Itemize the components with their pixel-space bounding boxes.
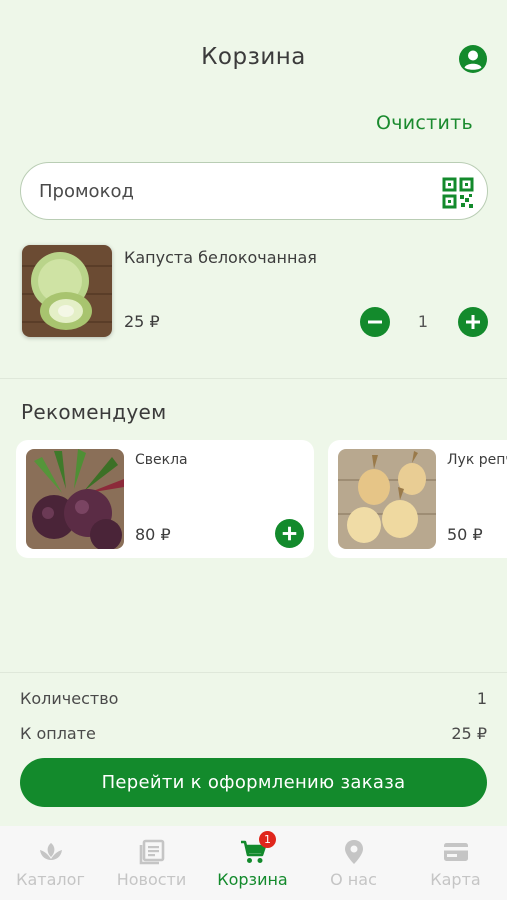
recommendations-title: Рекомендуем xyxy=(21,400,167,424)
card-icon xyxy=(443,843,468,861)
summary-quantity-value: 1 xyxy=(476,689,487,708)
news-icon xyxy=(139,839,164,865)
plus-icon xyxy=(282,526,297,541)
header: Корзина xyxy=(0,0,507,110)
cabbage-image xyxy=(22,245,112,337)
cart-item-name: Капуста белокочанная xyxy=(124,248,317,267)
divider xyxy=(0,378,507,379)
promo-field xyxy=(20,162,488,220)
tab-catalog[interactable]: Каталог xyxy=(0,826,101,900)
map-pin-icon xyxy=(344,840,363,864)
increase-quantity-button[interactable] xyxy=(458,307,488,337)
bottom-tab-bar: Каталог Новости 1 Корзина О нас Карта xyxy=(0,826,507,900)
tab-about[interactable]: О нас xyxy=(303,826,404,900)
recommendation-name: Лук репчатый xyxy=(447,452,507,468)
summary-total-label: К оплате xyxy=(20,724,96,743)
tab-label: Карта xyxy=(430,870,481,889)
tab-label: О нас xyxy=(330,870,377,889)
summary-quantity-label: Количество xyxy=(20,689,119,708)
summary-total-value: 25 ₽ xyxy=(451,724,487,743)
summary-quantity-row: Количество 1 xyxy=(20,689,487,708)
recommendation-card[interactable]: Лук репчатый 50 ₽ xyxy=(328,440,507,558)
profile-icon[interactable] xyxy=(458,44,488,74)
decrease-quantity-button[interactable] xyxy=(360,307,390,337)
divider xyxy=(0,672,507,673)
promo-input[interactable] xyxy=(39,163,439,219)
qr-scan-icon[interactable] xyxy=(441,176,475,210)
onion-image xyxy=(338,449,436,549)
tab-label: Каталог xyxy=(16,870,85,889)
cart-badge: 1 xyxy=(259,831,276,848)
clear-cart-button[interactable]: Очистить xyxy=(376,112,473,134)
beet-image xyxy=(26,449,124,549)
minus-icon xyxy=(368,320,382,324)
plus-icon xyxy=(466,315,480,329)
tab-news[interactable]: Новости xyxy=(101,826,202,900)
quantity-value: 1 xyxy=(417,312,429,331)
cart-item: Капуста белокочанная 25 ₽ 1 xyxy=(0,245,507,345)
tab-card[interactable]: Карта xyxy=(404,826,507,900)
recommendation-price: 80 ₽ xyxy=(135,525,171,544)
summary-total-row: К оплате 25 ₽ xyxy=(20,724,487,743)
checkout-button[interactable]: Перейти к оформлению заказа xyxy=(20,758,487,807)
recommendation-name: Свекла xyxy=(135,452,188,468)
add-to-cart-button[interactable] xyxy=(275,519,304,548)
recommendation-card[interactable]: Свекла 80 ₽ xyxy=(16,440,314,558)
tab-label: Корзина xyxy=(217,870,288,889)
page-title: Корзина xyxy=(201,44,306,70)
cart-item-price: 25 ₽ xyxy=(124,312,160,331)
recommendation-price: 50 ₽ xyxy=(447,525,483,544)
catalog-leaf-icon xyxy=(39,843,62,860)
tab-label: Новости xyxy=(116,870,187,889)
tab-cart[interactable]: 1 Корзина xyxy=(202,826,303,900)
